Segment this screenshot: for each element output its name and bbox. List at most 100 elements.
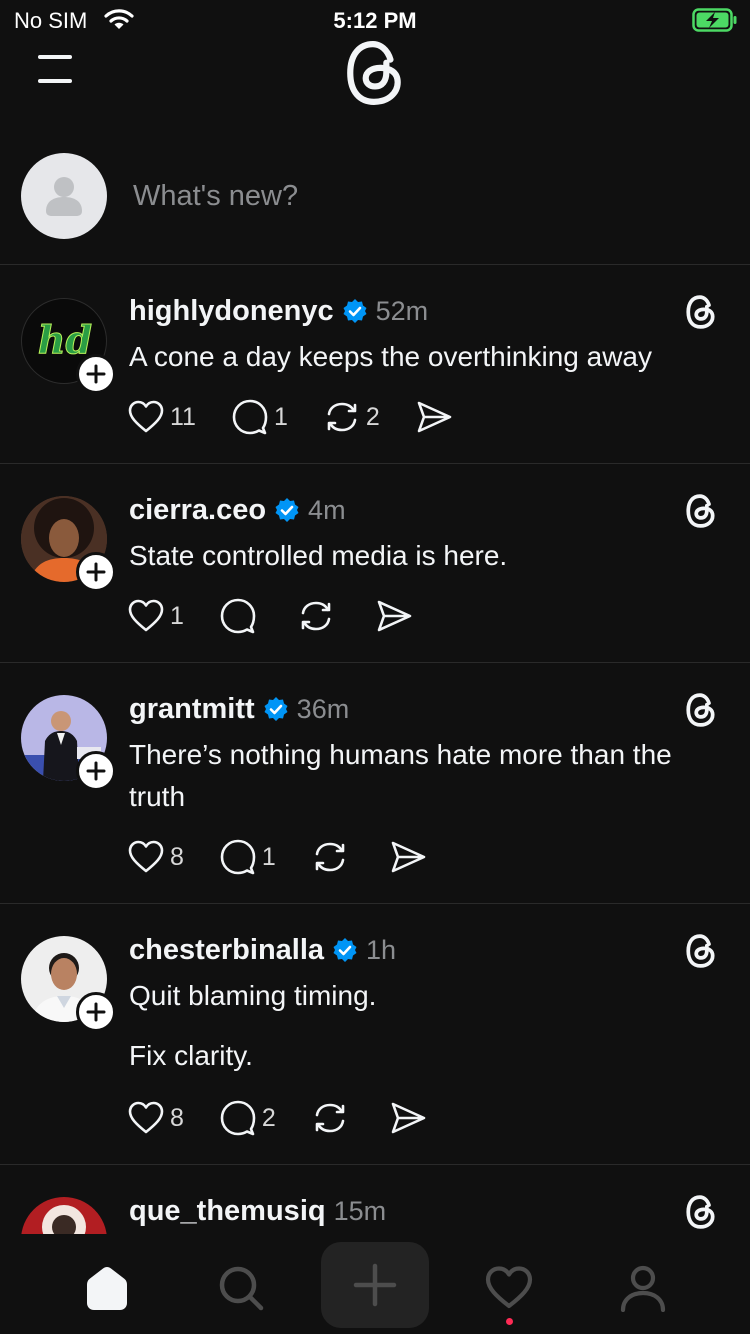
send-icon <box>377 600 412 632</box>
post-item[interactable]: cierra.ceo 4m State controlled media is … <box>0 464 750 663</box>
repost-button[interactable]: 2 <box>324 399 380 435</box>
heart-icon <box>128 599 164 632</box>
post-actions: 11 1 2 <box>128 397 488 437</box>
post-header: highlydonenyc 52m <box>129 293 428 329</box>
share-button[interactable] <box>390 840 426 874</box>
share-button[interactable] <box>390 1101 426 1135</box>
follow-button[interactable] <box>76 751 116 791</box>
username[interactable]: highlydonenyc <box>129 295 334 328</box>
comment-bubble-icon <box>220 839 256 875</box>
status-bar: No SIM 5:12 PM <box>0 0 750 40</box>
username[interactable]: que_themusiq <box>129 1195 326 1228</box>
post-text-line: Fix clarity. <box>129 1040 253 1071</box>
threads-logo-icon[interactable] <box>685 494 717 528</box>
home-icon <box>87 1267 127 1310</box>
avatar-logo-text: hd <box>38 317 92 362</box>
post-text-line: State controlled media is here. <box>129 540 508 571</box>
username[interactable]: chesterbinalla <box>129 934 324 967</box>
like-count: 1 <box>170 601 184 630</box>
post-time: 4m <box>308 494 346 525</box>
compose-plus-icon <box>353 1263 397 1307</box>
like-count: 8 <box>170 842 184 871</box>
heart-icon <box>128 400 164 433</box>
follow-button[interactable] <box>76 992 116 1032</box>
post-header: grantmitt 36m <box>129 691 349 727</box>
post-header: que_themusiq 15m <box>129 1193 386 1229</box>
menu-button[interactable] <box>36 52 76 86</box>
nav-compose[interactable] <box>321 1242 429 1328</box>
composer-input[interactable]: What's new? <box>133 180 298 213</box>
bottom-nav <box>0 1234 750 1334</box>
post-time: 1h <box>366 934 397 965</box>
post-item[interactable]: hd highlydonenyc 52m A cone a day keeps … <box>0 265 750 464</box>
post-item[interactable]: chesterbinalla 1h Quit blaming timing. F… <box>0 904 750 1165</box>
repost-button[interactable] <box>312 839 354 875</box>
plus-icon <box>86 364 106 384</box>
plus-icon <box>86 1002 106 1022</box>
send-icon <box>391 1102 426 1134</box>
username[interactable]: grantmitt <box>129 693 255 726</box>
threads-logo-icon[interactable] <box>685 295 717 329</box>
reply-button[interactable]: 1 <box>232 399 288 435</box>
post-text-line: Quit blaming timing. <box>129 980 377 1011</box>
comment-bubble-icon <box>232 399 268 435</box>
nav-home[interactable] <box>77 1258 137 1318</box>
post-time: 15m <box>333 1195 387 1226</box>
send-icon <box>391 841 426 873</box>
like-button[interactable]: 1 <box>128 599 184 633</box>
heart-icon <box>128 840 164 873</box>
like-count: 11 <box>170 402 196 431</box>
like-button[interactable]: 8 <box>128 1101 184 1135</box>
like-count: 8 <box>170 1103 184 1132</box>
plus-icon <box>86 761 106 781</box>
post-header: chesterbinalla 1h <box>129 932 396 968</box>
nav-search[interactable] <box>211 1258 271 1318</box>
share-button[interactable] <box>416 400 452 434</box>
post-text-line: A cone a day keeps the overthinking away <box>129 341 653 372</box>
threads-logo-icon[interactable] <box>344 40 406 106</box>
comment-bubble-icon <box>220 1100 256 1136</box>
post-text: A cone a day keeps the overthinking away <box>129 336 729 378</box>
post-actions: 8 2 <box>128 1098 462 1138</box>
composer[interactable]: What's new? <box>0 140 750 265</box>
username[interactable]: cierra.ceo <box>129 494 266 527</box>
activity-heart-icon <box>485 1266 533 1309</box>
post-time: 52m <box>375 295 429 326</box>
verified-badge-icon <box>343 299 367 323</box>
repost-icon <box>315 1103 345 1133</box>
reply-button[interactable] <box>220 598 262 634</box>
nav-activity[interactable] <box>479 1258 539 1318</box>
repost-button[interactable] <box>312 1100 354 1136</box>
profile-icon <box>620 1265 666 1312</box>
threads-logo-icon[interactable] <box>685 693 717 727</box>
hamburger-icon <box>36 52 76 86</box>
reply-button[interactable]: 2 <box>220 1100 276 1136</box>
nav-profile[interactable] <box>613 1258 673 1318</box>
threads-logo-icon[interactable] <box>685 934 717 968</box>
post-text: Quit blaming timing. Fix clarity. <box>129 975 729 1077</box>
post-header: cierra.ceo 4m <box>129 492 346 528</box>
avatar[interactable] <box>21 1197 107 1235</box>
comment-bubble-icon <box>220 598 256 634</box>
follow-button[interactable] <box>76 354 116 394</box>
avatar[interactable] <box>21 153 107 239</box>
plus-icon <box>86 562 106 582</box>
threads-logo-icon[interactable] <box>685 1195 717 1229</box>
post-item[interactable]: grantmitt 36m There’s nothing humans hat… <box>0 663 750 904</box>
share-button[interactable] <box>376 599 412 633</box>
post-text: State controlled media is here. <box>129 535 729 577</box>
send-icon <box>417 401 452 433</box>
post-text-line: There’s nothing humans hate more than th… <box>129 739 672 812</box>
like-button[interactable]: 11 <box>128 400 196 434</box>
like-button[interactable]: 8 <box>128 840 184 874</box>
repost-button[interactable] <box>298 598 340 634</box>
follow-button[interactable] <box>76 552 116 592</box>
person-placeholder-icon <box>46 177 82 216</box>
reply-button[interactable]: 1 <box>220 839 276 875</box>
post-text: There’s nothing humans hate more than th… <box>129 734 729 818</box>
heart-icon <box>128 1101 164 1134</box>
repost-count: 2 <box>365 402 380 431</box>
battery-charging-icon <box>692 8 738 32</box>
clock: 5:12 PM <box>333 8 417 33</box>
post-item[interactable]: que_themusiq 15m <box>0 1165 750 1235</box>
